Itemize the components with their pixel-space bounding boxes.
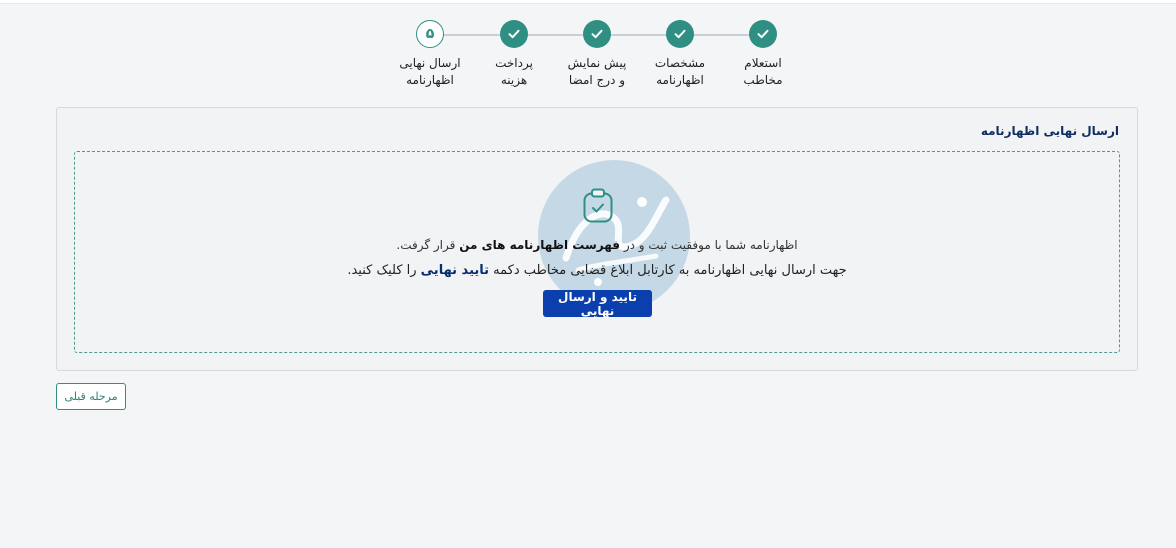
step-label-line2: اظهارنامه — [406, 73, 454, 87]
card-title: ارسال نهایی اظهارنامه — [980, 124, 1119, 138]
final-send-card: ارسال نهایی اظهارنامه اظهارنامه شما با م… — [56, 107, 1138, 371]
step-label-line1: استعلام — [744, 56, 782, 70]
step-preview-sign[interactable]: پیش نمایش و درج امضا — [552, 20, 642, 89]
top-bar — [0, 0, 1176, 4]
dashed-panel: اظهارنامه شما با موفقیت ثبت و در فهرست ا… — [74, 151, 1120, 353]
check-icon — [500, 20, 528, 48]
step-label-line2: هزینه — [500, 73, 528, 87]
instruction-message: جهت ارسال نهایی اظهارنامه به کارتابل ابل… — [347, 263, 847, 278]
step-inquiry[interactable]: استعلام مخاطب — [718, 20, 808, 89]
step-label-line1: مشخصات — [654, 56, 706, 70]
final-confirm-emphasis: تایید نهایی — [420, 263, 490, 278]
step-details[interactable]: مشخصات اظهارنامه — [635, 20, 725, 89]
step-payment[interactable]: پرداخت هزینه — [469, 20, 559, 89]
check-icon — [749, 20, 777, 48]
step-label-line1: ارسال نهایی — [399, 56, 461, 70]
step-label-line2: اظهارنامه — [656, 73, 704, 87]
progress-stepper: ۵ ارسال نهایی اظهارنامه پرداخت هزینه پیش… — [380, 20, 800, 95]
step-label-line1: پرداخت — [495, 56, 533, 70]
step-label-line2: و درج امضا — [568, 73, 626, 87]
step-number: ۵ — [416, 20, 444, 48]
step-label-line1: پیش نمایش — [567, 56, 627, 70]
check-icon — [583, 20, 611, 48]
step-final-send[interactable]: ۵ ارسال نهایی اظهارنامه — [385, 20, 475, 89]
success-message: اظهارنامه شما با موفقیت ثبت و در فهرست ا… — [396, 238, 798, 252]
check-icon — [666, 20, 694, 48]
clipboard-check-icon — [582, 188, 614, 224]
my-notices-link: فهرست اظهارنامه های من — [459, 238, 620, 252]
previous-step-button[interactable]: مرحله قبلی — [56, 383, 126, 410]
confirm-and-send-button[interactable]: تایید و ارسال نهایی — [543, 290, 652, 318]
step-label-line2: مخاطب — [743, 73, 783, 87]
